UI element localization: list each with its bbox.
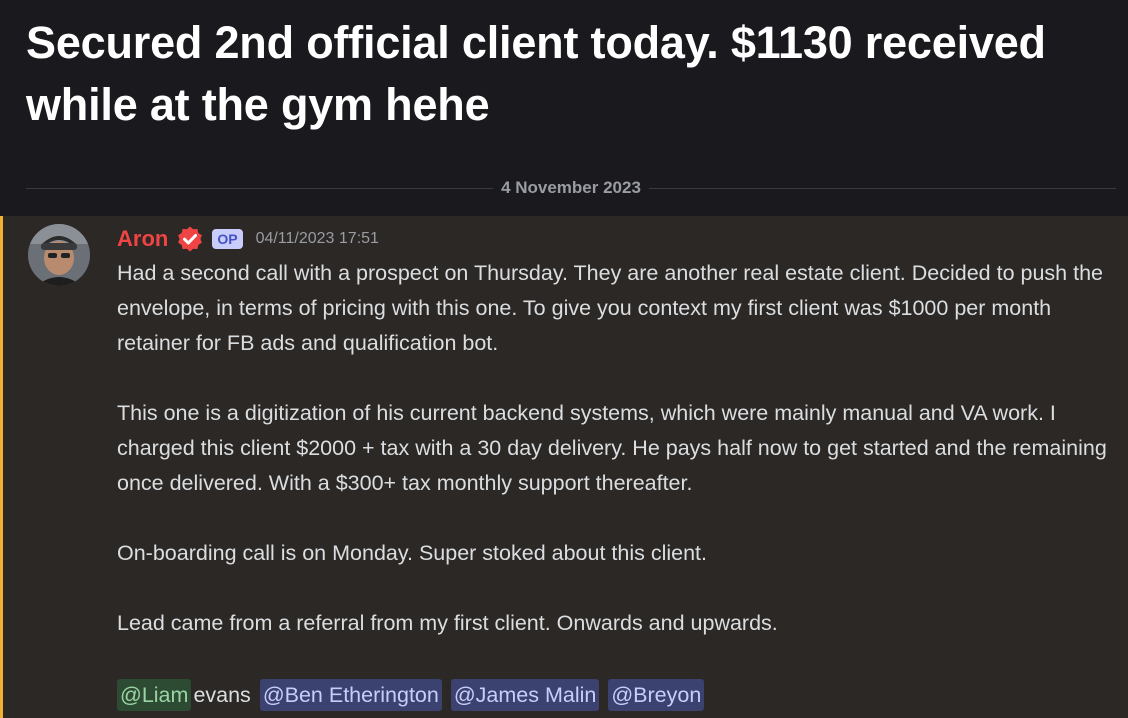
message-paragraph: Lead came from a referral from my first … [117,611,778,635]
message-paragraph: Had a second call with a prospect on Thu… [117,261,1103,355]
mention-ben-etherington[interactable]: @Ben Etherington [259,679,442,711]
thread-header: Secured 2nd official client today. $1130… [0,0,1128,216]
mention-breyon[interactable]: @Breyon [608,679,705,711]
message-header: Aron OP 04/11/2023 17:51 [117,224,379,254]
verified-check-icon [176,225,204,253]
avatar[interactable] [28,224,90,286]
avatar-image [28,224,90,286]
author-name[interactable]: Aron [117,226,168,252]
message-timestamp[interactable]: 04/11/2023 17:51 [256,230,379,248]
message-paragraph: On-boarding call is on Monday. Super sto… [117,541,707,565]
highlight-accent-bar [0,216,3,718]
divider-line-right [648,187,1116,189]
mentions-row: @Liam evans @Ben Etherington @James Mali… [117,678,705,712]
date-divider-label: 4 November 2023 [501,178,641,197]
date-divider: 4 November 2023 [26,176,1116,200]
message-paragraph: This one is a digitization of his curren… [117,401,1107,495]
op-badge: OP [212,229,243,249]
mention-suffix-text: evans [193,682,251,707]
mention-james-malin[interactable]: @James Malin [450,679,600,711]
mention-liam[interactable]: @Liam [117,679,192,711]
message-body: Had a second call with a prospect on Thu… [117,256,1107,641]
thread-title: Secured 2nd official client today. $1130… [26,17,1046,130]
divider-line-left [26,187,494,189]
message: Aron OP 04/11/2023 17:51 Had a second ca… [0,216,1128,718]
